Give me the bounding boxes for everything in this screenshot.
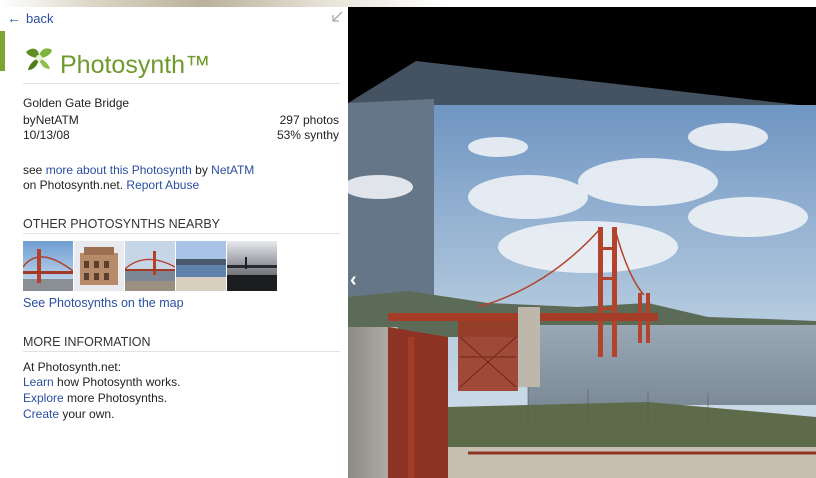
photosynth-logo-icon [26,48,52,70]
collapse-icon[interactable] [331,11,343,23]
create-link[interactable]: Create [23,407,59,421]
about-line-2: on Photosynth.net. Report Abuse [23,178,199,192]
by-word: by [195,163,208,177]
nearby-thumbnail[interactable] [176,241,226,291]
nearby-thumbnail[interactable] [125,241,175,291]
nearby-thumbnails [23,241,277,291]
nearby-heading: OTHER PHOTOSYNTHS NEARBY [23,217,221,231]
learn-text: how Photosynth works. [57,375,181,389]
explore-text: more Photosynths. [67,391,168,405]
nearby-thumbnail[interactable] [74,241,124,291]
synth-title: Golden Gate Bridge [23,96,130,110]
explore-line: Explore more Photosynths. [23,391,167,405]
divider [23,83,340,84]
back-label: back [26,10,54,26]
create-text: your own. [62,407,115,421]
info-sidebar: ← back Photosynth™ Golden Gate Bridge by… [0,7,348,478]
by-prefix: by [23,113,36,127]
explore-link[interactable]: Explore [23,391,64,405]
nearby-thumbnail[interactable] [227,241,277,291]
learn-line: Learn how Photosynth works. [23,375,180,389]
author-name: NetATM [35,113,79,127]
divider [23,351,340,352]
report-abuse-link[interactable]: Report Abuse [126,178,199,192]
photos-label: photos [302,113,339,127]
top-photo-strip [0,0,816,7]
divider [23,233,340,234]
photosynth-viewer[interactable]: ‹ [348,7,816,478]
on-site-text: on Photosynth.net. [23,178,124,192]
nearby-thumbnail[interactable] [23,241,73,291]
see-map-link[interactable]: See Photosynths on the map [23,296,184,310]
about-line-1: see more about this Photosynth by NetATM [23,163,254,177]
more-about-link[interactable]: more about this Photosynth [46,163,192,177]
more-info-heading: MORE INFORMATION [23,335,151,349]
synth-photo-collage [348,7,816,478]
synth-date: 10/13/08 [23,128,70,142]
accent-bar [0,31,5,71]
create-line: Create your own. [23,407,114,421]
photos-count: 297 photos [240,113,339,127]
author-link[interactable]: NetATM [211,163,254,177]
synthy-score: 53% synthy [276,128,339,142]
learn-link[interactable]: Learn [23,375,54,389]
app-title: Photosynth™ [60,51,211,79]
synth-byline: byNetATM [23,113,79,127]
back-arrow-icon: ← [7,10,21,26]
back-link[interactable]: ← back [7,10,53,26]
previous-view-arrow-icon[interactable]: ‹ [350,269,357,292]
see-prefix: see [23,163,43,177]
more-info-intro: At Photosynth.net: [23,360,122,374]
photos-number: 297 [279,113,300,127]
